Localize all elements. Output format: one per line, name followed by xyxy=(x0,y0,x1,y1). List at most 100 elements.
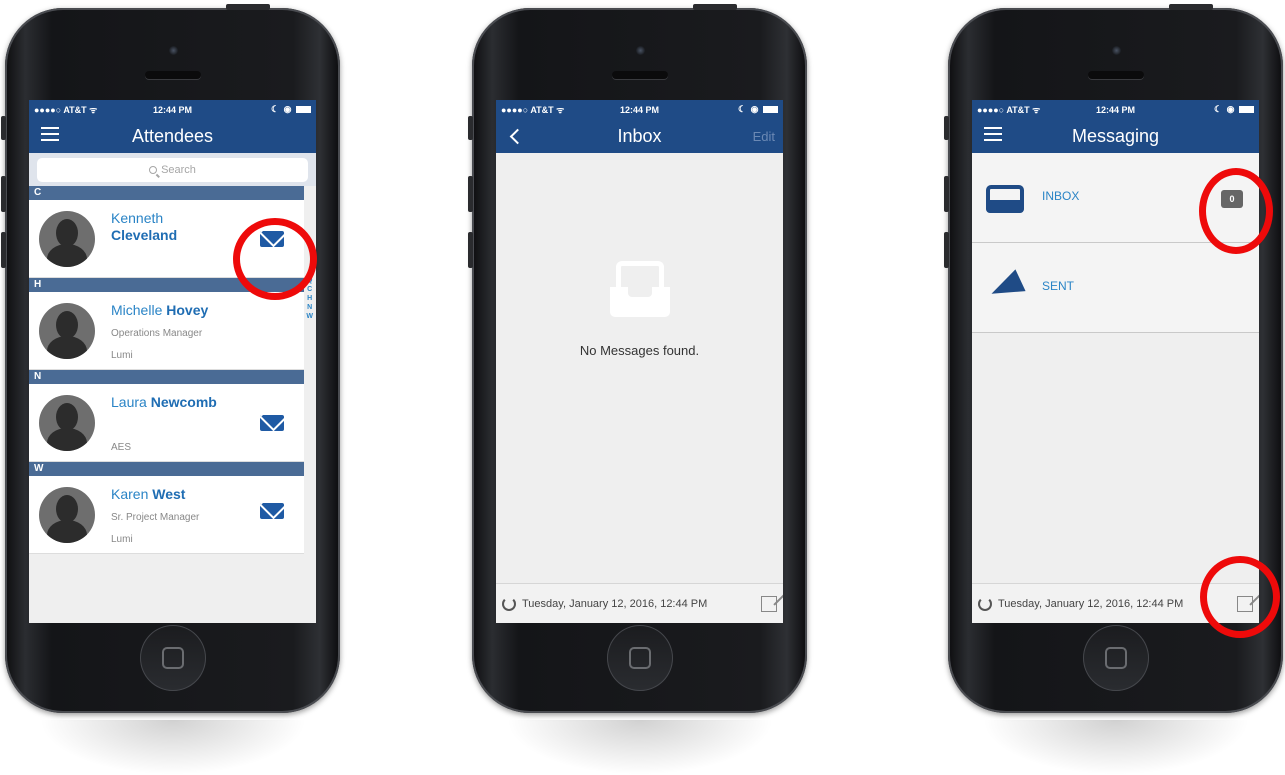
volume-up-button xyxy=(468,176,473,212)
attendee-first-name: Michelle xyxy=(111,302,163,318)
attendee-row[interactable]: Karen West Sr. Project Manager Lumi xyxy=(29,476,304,554)
carrier-label: ●●●●○ AT&T ᯤ xyxy=(977,105,1041,115)
attendee-name: Karen West xyxy=(111,486,221,503)
home-button[interactable] xyxy=(139,625,206,691)
refresh-icon[interactable] xyxy=(502,596,516,611)
refresh-icon[interactable] xyxy=(978,596,992,611)
last-updated-text: Tuesday, January 12, 2016, 12:44 PM xyxy=(522,597,708,610)
section-header-n: N xyxy=(29,370,304,384)
volume-up-button xyxy=(944,176,949,212)
power-button xyxy=(693,4,737,10)
status-time: 12:44 PM xyxy=(1095,104,1135,115)
phone-attendees: ●●●●○ AT&T ᯤ 12:44 PM ☾ ◉ Attendees Sear… xyxy=(1,4,340,775)
page-title: Messaging xyxy=(1071,125,1160,146)
index-letter[interactable]: N xyxy=(306,303,313,312)
highlight-ring-badge xyxy=(1199,168,1273,254)
navbar: Messaging xyxy=(972,119,1259,153)
chevron-left-icon xyxy=(509,128,526,145)
index-letter[interactable]: W xyxy=(306,312,313,321)
search-bar: Search xyxy=(29,153,316,186)
inbox-label: INBOX xyxy=(1042,189,1080,203)
attendee-name: Kenneth Cleveland xyxy=(111,210,221,244)
speaker xyxy=(144,71,201,79)
highlight-ring-mail xyxy=(233,218,317,300)
attendee-name: Laura Newcomb xyxy=(111,394,221,411)
status-icons: ☾ ◉ xyxy=(219,104,311,115)
camera xyxy=(1111,46,1121,55)
back-button[interactable] xyxy=(508,127,526,145)
inbox-tray-icon xyxy=(610,261,670,317)
inbox-screen: ●●●●○ AT&T ᯤ 12:44 PM ☾ ◉ Inbox Edit No … xyxy=(496,100,783,623)
attendee-first-name: Kenneth xyxy=(111,210,164,226)
home-square-icon xyxy=(161,647,184,669)
attendee-company: AES xyxy=(111,442,132,453)
menu-button[interactable] xyxy=(984,127,1002,141)
attendee-last-name: West xyxy=(152,486,186,502)
index-letter[interactable]: H xyxy=(306,294,313,303)
navbar: Attendees xyxy=(29,119,316,153)
status-time: 12:44 PM xyxy=(152,104,192,115)
home-square-icon xyxy=(628,647,651,669)
mute-switch xyxy=(468,116,473,140)
inbox-icon xyxy=(986,185,1024,213)
home-button[interactable] xyxy=(1082,625,1149,691)
attendee-first-name: Laura xyxy=(111,394,147,410)
attendee-row[interactable]: Laura Newcomb AES xyxy=(29,384,304,462)
mute-switch xyxy=(1,116,6,140)
battery-icon xyxy=(295,106,311,114)
sent-label: SENT xyxy=(1042,279,1075,293)
battery-icon xyxy=(1238,106,1254,114)
volume-up-button xyxy=(1,176,6,212)
page-title: Inbox xyxy=(617,125,662,146)
attendee-last-name: Hovey xyxy=(166,302,209,318)
mail-icon[interactable] xyxy=(260,415,284,431)
attendee-company: Lumi xyxy=(111,350,133,361)
attendee-company: Lumi xyxy=(111,534,133,545)
page-title: Attendees xyxy=(131,125,214,146)
avatar xyxy=(39,303,95,359)
index-letter[interactable]: C xyxy=(306,285,313,294)
status-icons: ☾ ◉ xyxy=(686,104,778,115)
volume-down-button xyxy=(944,232,949,268)
attendee-title: Operations Manager xyxy=(111,328,203,339)
attendees-screen: ●●●●○ AT&T ᯤ 12:44 PM ☾ ◉ Attendees Sear… xyxy=(29,100,316,623)
battery-icon xyxy=(762,106,778,114)
attendee-row[interactable]: Michelle Hovey Operations Manager Lumi xyxy=(29,292,304,370)
menu-button[interactable] xyxy=(41,127,59,141)
attendee-last-name: Newcomb xyxy=(150,394,217,410)
attendee-first-name: Karen xyxy=(111,486,149,502)
volume-down-button xyxy=(468,232,473,268)
mail-icon[interactable] xyxy=(260,503,284,519)
attendee-title: Sr. Project Manager xyxy=(111,512,200,523)
hamburger-icon xyxy=(984,127,1002,141)
hamburger-icon xyxy=(41,127,59,141)
status-bar: ●●●●○ AT&T ᯤ 12:44 PM ☾ ◉ xyxy=(972,100,1259,119)
section-header-c: C xyxy=(29,186,304,200)
paper-plane-icon xyxy=(986,269,1026,305)
status-indicators: ☾ ◉ xyxy=(738,104,760,114)
power-button xyxy=(226,4,270,10)
status-indicators: ☾ ◉ xyxy=(1214,104,1236,114)
search-icon xyxy=(149,166,158,174)
sent-row[interactable]: SENT xyxy=(972,243,1259,333)
avatar xyxy=(39,211,95,267)
status-time: 12:44 PM xyxy=(619,104,659,115)
avatar xyxy=(39,395,95,451)
footer-toolbar: Tuesday, January 12, 2016, 12:44 PM xyxy=(496,583,783,623)
carrier-label: ●●●●○ AT&T ᯤ xyxy=(501,105,565,115)
compose-icon[interactable] xyxy=(761,595,777,612)
search-placeholder: Search xyxy=(161,164,196,176)
camera xyxy=(635,46,645,55)
camera xyxy=(168,46,178,55)
avatar xyxy=(39,487,95,543)
phone-inbox: ●●●●○ AT&T ᯤ 12:44 PM ☾ ◉ Inbox Edit No … xyxy=(468,4,807,775)
home-button[interactable] xyxy=(606,625,673,691)
empty-state: No Messages found. xyxy=(496,153,783,583)
edit-button[interactable]: Edit xyxy=(753,129,775,144)
power-button xyxy=(1169,4,1213,10)
highlight-ring-compose xyxy=(1200,556,1280,638)
search-input[interactable]: Search xyxy=(37,158,308,182)
attendee-name: Michelle Hovey xyxy=(111,302,221,319)
status-bar: ●●●●○ AT&T ᯤ 12:44 PM ☾ ◉ xyxy=(29,100,316,119)
navbar: Inbox Edit xyxy=(496,119,783,153)
